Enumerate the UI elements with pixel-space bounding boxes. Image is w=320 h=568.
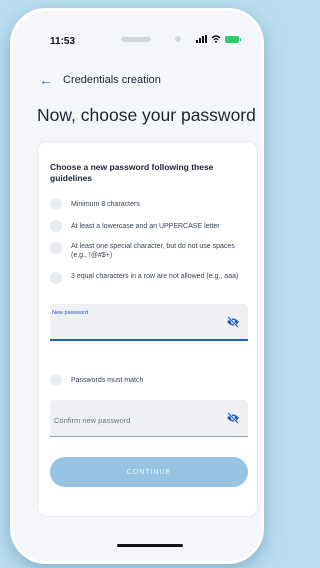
rule-passwords-match: Passwords must match: [50, 374, 246, 386]
confirm-password-placeholder: Confirm new password: [54, 416, 131, 425]
new-password-field[interactable]: New password: [50, 304, 248, 341]
nav-title: Credentials creation: [63, 74, 161, 86]
rule-status-icon: [50, 220, 62, 232]
rule-special-char: At least one special character, but do n…: [50, 242, 246, 260]
rule-text: 3 equal characters in a row are not allo…: [71, 273, 239, 280]
status-bar: 11:53: [13, 11, 261, 51]
rule-text: At least a lowercase and an UPPERCASE le…: [71, 223, 220, 230]
guidelines-heading: Choose a new password following these gu…: [50, 162, 214, 183]
password-card: Choose a new password following these gu…: [37, 141, 258, 517]
rule-repeat-chars: 3 equal characters in a row are not allo…: [50, 272, 246, 284]
page-title: Now, choose your password: [37, 105, 256, 125]
rule-status-icon: [50, 198, 62, 210]
status-icons: [196, 35, 241, 43]
arrow-left-icon[interactable]: ←: [39, 73, 53, 87]
camera-dot: [175, 36, 181, 42]
new-password-label: New password: [52, 310, 89, 316]
speaker-notch: [121, 37, 151, 42]
rule-case: At least a lowercase and an UPPERCASE le…: [50, 220, 246, 232]
phone-frame: 11:53 ← Credentials creation Now, choose…: [10, 8, 264, 564]
rule-status-icon: [50, 272, 62, 284]
status-time: 11:53: [50, 36, 76, 47]
rule-status-icon: [50, 242, 62, 254]
eye-slash-icon[interactable]: [226, 412, 240, 424]
wifi-icon: [211, 35, 221, 43]
rule-text: Minimum 8 characters: [71, 201, 140, 208]
rule-text: Passwords must match: [71, 377, 144, 384]
rule-min-length: Minimum 8 characters: [50, 198, 246, 210]
top-nav: ← Credentials creation: [39, 73, 161, 87]
battery-icon: [225, 35, 241, 43]
confirm-password-field[interactable]: Confirm new password: [50, 400, 248, 437]
continue-button[interactable]: CONTINUE: [50, 457, 248, 487]
rule-status-icon: [50, 374, 62, 386]
home-indicator: [117, 544, 183, 547]
rule-text: At least one special character, but do n…: [71, 243, 235, 259]
signal-icon: [196, 35, 207, 43]
eye-slash-icon[interactable]: [226, 316, 240, 328]
